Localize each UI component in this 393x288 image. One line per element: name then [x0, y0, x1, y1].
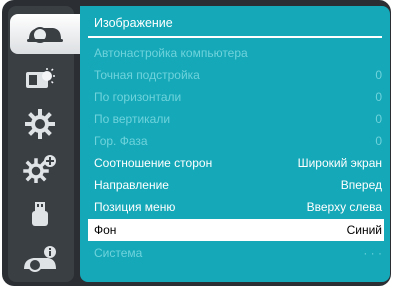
- menu-item-value: 0: [375, 112, 382, 126]
- menu-item-vertical[interactable]: По вертикали 0: [88, 108, 384, 130]
- menu-item-system[interactable]: Система · · ·: [88, 242, 384, 264]
- menu-item-label: Фон: [94, 223, 117, 237]
- info-projector-icon: [24, 246, 56, 272]
- menu-item-value: Широкий экран: [297, 156, 382, 170]
- menu-item-h-phase[interactable]: Гор. Фаза 0: [88, 130, 384, 152]
- menu-item-background[interactable]: Фон Синий: [88, 219, 384, 241]
- menu-panel: Изображение Автонастройка компьютера Точ…: [80, 6, 390, 282]
- menu-item-value: 0: [375, 134, 382, 148]
- projector-icon: [27, 27, 63, 43]
- menu-item-value: 0: [375, 90, 382, 104]
- menu-item-value: 0: [375, 68, 382, 82]
- menu-item-fine-sync[interactable]: Точная подстройка 0: [88, 64, 384, 86]
- tab-picture[interactable]: [10, 60, 70, 100]
- menu-item-menu-position[interactable]: Позиция меню Вверху слева: [88, 196, 384, 218]
- settings-gear-icon: [25, 109, 55, 139]
- menu-item-label: Точная подстройка: [94, 68, 200, 82]
- menu-item-aspect-ratio[interactable]: Соотношение сторон Широкий экран: [88, 152, 384, 174]
- osd-menu-frame: Изображение Автонастройка компьютера Точ…: [2, 0, 391, 286]
- menu-title: Изображение: [94, 16, 173, 30]
- menu-item-label: Автонастройка компьютера: [94, 46, 248, 60]
- tab-usb[interactable]: [10, 194, 70, 234]
- usb-icon: [32, 202, 48, 226]
- menu-item-projection-direction[interactable]: Направление Вперед: [88, 174, 384, 196]
- menu-item-label: Соотношение сторон: [94, 156, 213, 170]
- menu-item-label: Позиция меню: [94, 200, 176, 214]
- menu-item-value: Синий: [346, 223, 382, 237]
- menu-item-label: Система: [94, 246, 143, 260]
- menu-item-auto-pc-adjust[interactable]: Автонастройка компьютера: [88, 42, 384, 64]
- picture-adjust-icon: [26, 68, 55, 88]
- tab-info[interactable]: [10, 240, 70, 280]
- advanced-gears-icon: [23, 155, 56, 183]
- menu-item-horizontal[interactable]: По горизонтали 0: [88, 86, 384, 108]
- tab-settings[interactable]: [10, 104, 70, 144]
- menu-item-label: Направление: [94, 178, 169, 192]
- menu-item-value: Вперед: [340, 178, 382, 192]
- menu-item-value: · · ·: [363, 246, 382, 260]
- menu-item-label: По горизонтали: [94, 90, 182, 104]
- tab-projector[interactable]: [10, 14, 80, 54]
- menu-item-value: Вверху слева: [306, 200, 382, 214]
- menu-item-label: Гор. Фаза: [94, 134, 148, 148]
- tab-advanced[interactable]: [10, 148, 70, 188]
- title-divider: [88, 36, 382, 38]
- menu-item-label: По вертикали: [94, 112, 171, 126]
